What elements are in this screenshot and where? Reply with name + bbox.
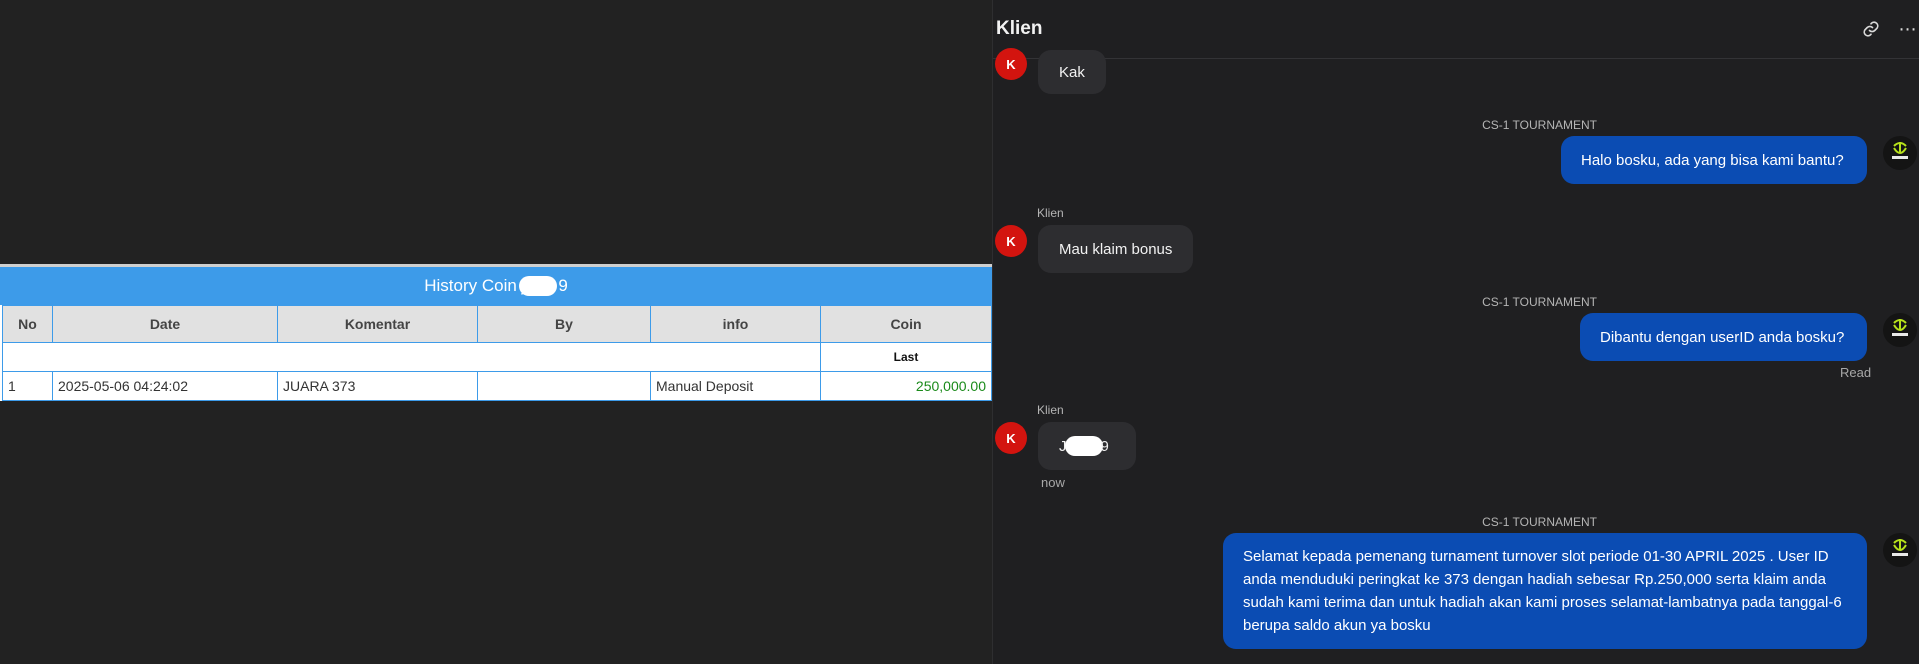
cell-info: Manual Deposit [650,371,821,401]
column-header-komentar[interactable]: Komentar [277,305,478,343]
message-text: Kak [1059,63,1085,81]
client-message-bubble: J9 [1038,422,1136,470]
chat-header: Klien ⋯ [993,0,1919,59]
agent-message-bubble: Halo bosku, ada yang bisa kami bantu? [1561,136,1867,184]
column-header-date[interactable]: Date [52,305,278,343]
column-header-info[interactable]: info [650,305,821,343]
cell-coin: 250,000.00 [820,371,992,401]
agent-sender-label: CS-1 TOURNAMENT [1482,515,1597,529]
redaction-mask [1064,436,1103,456]
chat-panel: Klien ⋯ K Kak CS-1 TOURNAMENT Halo bosku… [992,0,1919,664]
chat-title: Klien [996,18,1043,39]
agent-message-bubble: Dibantu dengan userID anda bosku? [1580,313,1867,361]
last-label: Last [820,342,992,372]
agent-avatar [1883,136,1917,170]
history-panel: History Coin j 9 No Date Komentar By info… [0,0,992,664]
last-row-spacer [2,342,821,372]
cell-komentar: JUARA 373 [277,371,478,401]
bot-logo-icon [1883,533,1917,567]
message-text: Halo bosku, ada yang bisa kami bantu? [1581,151,1844,169]
table-title-text: History Coin j [424,276,526,295]
table-row: 1 2025-05-06 04:24:02 JUARA 373 Manual D… [2,371,992,401]
message-text: Dibantu dengan userID anda bosku? [1600,328,1845,346]
cell-no: 1 [2,371,53,401]
agent-avatar [1883,533,1917,567]
agent-sender-label: CS-1 TOURNAMENT [1482,295,1597,309]
more-options-icon[interactable]: ⋯ [1895,16,1919,42]
bot-logo-icon [1883,136,1917,170]
column-header-no[interactable]: No [2,305,53,343]
client-avatar: K [995,48,1027,80]
table-title: History Coin j 9 [0,267,992,305]
redaction-mask [519,276,558,296]
cell-by [477,371,651,401]
message-text-suffix: 9 [1100,437,1109,455]
client-sender-label: Klien [1037,403,1064,417]
agent-message-bubble: Selamat kepada pemenang turnament turnov… [1223,533,1867,649]
read-status: Read [1840,365,1872,380]
message-text: Selamat kepada pemenang turnament turnov… [1243,548,1842,634]
column-header-coin[interactable]: Coin [820,305,992,343]
client-message-bubble: Kak [1038,50,1106,94]
client-sender-label: Klien [1037,206,1064,220]
history-coin-table: History Coin j 9 No Date Komentar By info… [0,264,992,401]
bot-logo-icon [1883,313,1917,347]
message-time: now [1041,475,1065,490]
client-avatar: K [995,422,1027,454]
message-text: Mau klaim bonus [1059,240,1173,258]
table-title-suffix: 9 [558,276,568,295]
agent-sender-label: CS-1 TOURNAMENT [1482,118,1597,132]
client-message-bubble: Mau klaim bonus [1038,225,1194,273]
table-header-row: No Date Komentar By info Coin [2,305,992,343]
agent-avatar [1883,313,1917,347]
link-icon[interactable] [1858,16,1884,42]
coin-table: No Date Komentar By info Coin Last 1 202… [2,305,992,401]
last-row: Last [2,342,992,372]
client-avatar: K [995,225,1027,257]
column-header-by[interactable]: By [477,305,651,343]
cell-date: 2025-05-06 04:24:02 [52,371,278,401]
